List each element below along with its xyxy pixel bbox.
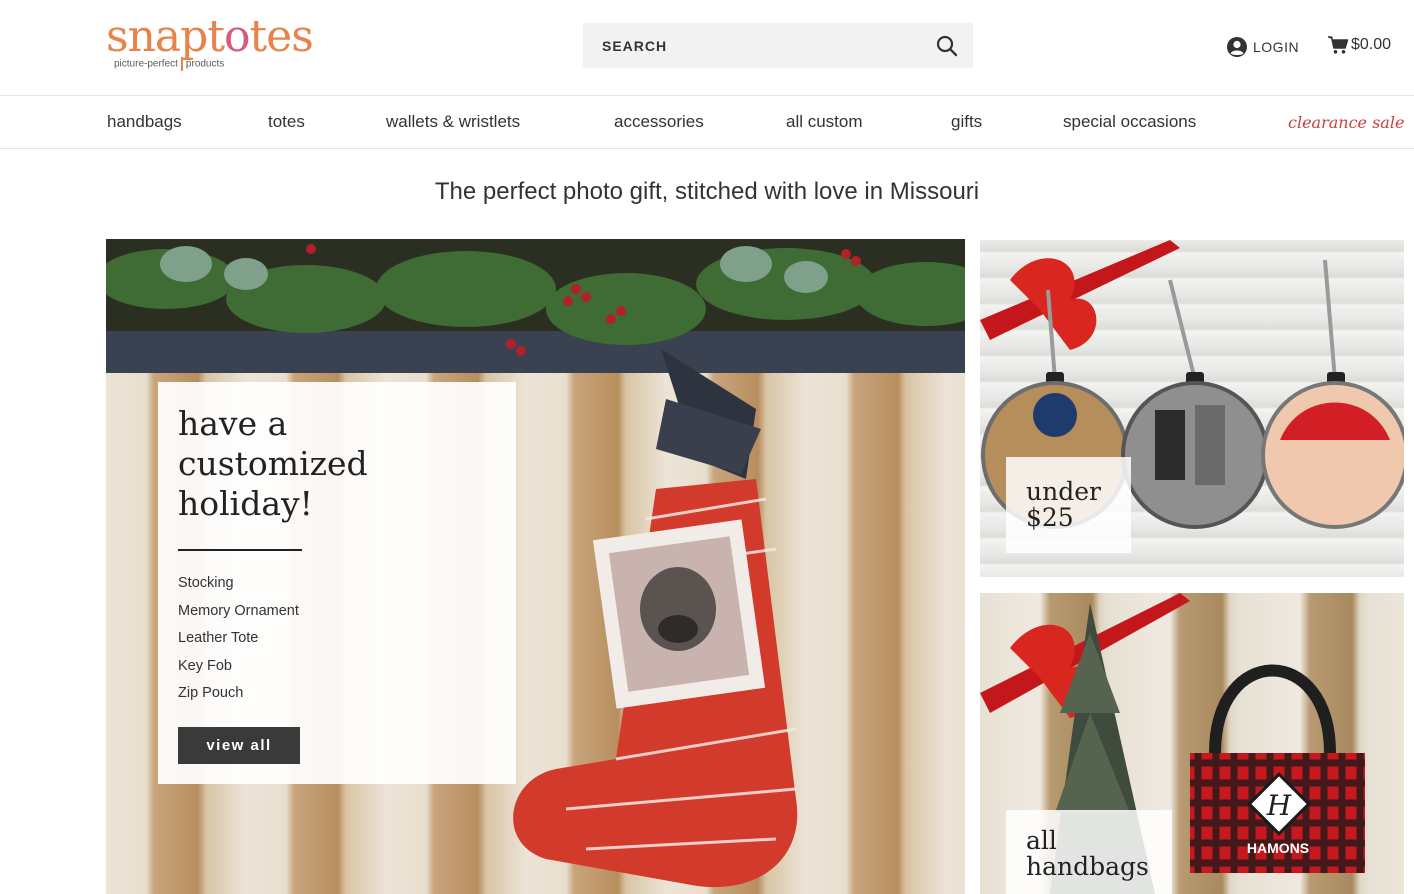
nav-item-clearance-sale[interactable]: clearance sale [1288,113,1404,132]
cart-total: $0.00 [1351,36,1392,53]
nav-item-totes[interactable]: totes [268,112,305,132]
hero-banner[interactable]: have a customized holiday! Stocking Memo… [106,239,965,894]
search-input[interactable] [583,23,923,68]
nav-item-handbags[interactable]: handbags [107,112,182,132]
search-box [583,23,973,68]
main-nav: handbags totes wallets & wristlets acces… [0,97,1414,149]
hero-title: have a customized holiday! [178,404,368,523]
tile-all-handbags[interactable]: H HAMONS all handbags [980,593,1404,894]
page-tagline: The perfect photo gift, stitched with lo… [434,178,980,205]
cart-link[interactable]: $0.00 [1327,33,1391,57]
stocking-image [513,349,798,888]
hero-list-item-zip-pouch[interactable]: Zip Pouch [178,680,299,708]
login-label: LOGIN [1253,39,1300,55]
nav-item-accessories[interactable]: accessories [614,112,704,132]
hero-list-item-leather-tote[interactable]: Leather Tote [178,625,299,653]
cart-icon [1328,36,1349,54]
hero-list-item-stocking[interactable]: Stocking [178,570,299,598]
hero-divider [178,549,302,551]
hero-card: have a customized holiday! Stocking Memo… [158,382,516,784]
tile-under-25[interactable]: under $25 [980,240,1404,577]
user-circle-icon [1227,37,1247,57]
nav-item-gifts[interactable]: gifts [951,112,982,132]
search-icon[interactable] [935,34,959,58]
site-header: snaptotes picture-perfectproducts LOGIN … [0,0,1414,96]
bag-monogram: H [1266,789,1292,822]
hero-product-list: Stocking Memory Ornament Leather Tote Ke… [178,570,299,708]
brand-logo[interactable]: snaptotes picture-perfect products [106,12,366,82]
logo-tagline: picture-perfect products [114,57,225,71]
logo-wordmark: snaptotes [106,11,314,62]
view-all-button[interactable]: view all [178,727,300,764]
tile-label-all-handbags: all handbags [1006,810,1172,894]
hero-list-item-memory-ornament[interactable]: Memory Ornament [178,598,299,626]
login-link[interactable]: LOGIN [1226,35,1299,59]
tile-label-under-25: under $25 [1006,457,1131,553]
nav-item-all-custom[interactable]: all custom [786,112,863,132]
nav-item-wallets-wristlets[interactable]: wallets & wristlets [386,112,520,132]
bag-name: HAMONS [1247,840,1309,856]
nav-item-special-occasions[interactable]: special occasions [1063,112,1196,132]
hero-list-item-key-fob[interactable]: Key Fob [178,653,299,681]
